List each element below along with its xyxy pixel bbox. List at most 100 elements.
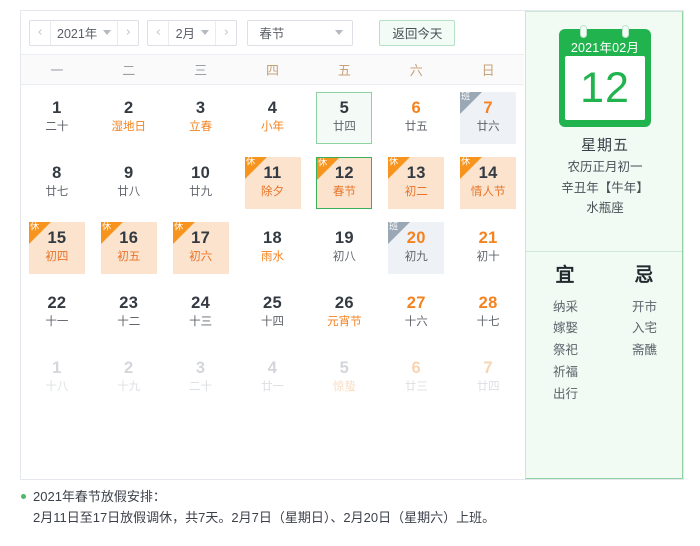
calendar-day-cell[interactable]: 10 廿九 [165,150,237,215]
weekday-mon: 一 [50,63,64,78]
calendar-day-cell[interactable]: 25 十四 [237,280,309,345]
calendar-day-cell[interactable]: 4 小年 [237,85,309,150]
calendar-day-cell[interactable]: 休 14 情人节 [452,150,524,215]
calendar-day-cell[interactable]: 6 廿五 [380,85,452,150]
calendar-day-cell[interactable]: 休 15 初四 [21,215,93,280]
calendar-day-cell[interactable]: 2 湿地日 [93,85,165,150]
weekday-sun: 日 [481,63,495,78]
calendar-day-inner: 8 廿七 [29,157,85,209]
calendar-day-cell[interactable]: 3 立春 [165,85,237,150]
back-to-today-button[interactable]: 返回今天 [379,19,456,46]
calendar-day-inner: 26 元宵节 [316,287,372,339]
day-number: 4 [267,358,278,377]
calendar-day-cell[interactable]: 班 7 廿六 [452,85,524,150]
festival-select[interactable]: 春节 [247,19,354,46]
calendar-day-inner: 休 13 初二 [388,156,445,209]
day-lunar-label: 十三 [189,316,213,329]
calendar-day-inner: 21 初十 [460,222,516,274]
calendar-day-cell[interactable]: 18 雨水 [237,215,309,280]
ji-column: 忌 开市 入宅 斋醮 [605,262,684,406]
calendar-day-inner: 5 廿四 [316,91,373,144]
calendar-day-cell[interactable]: 7 廿四 [452,345,524,410]
calendar-day-cell[interactable]: 5 惊蛰 [308,345,380,410]
calendar-page: ‹ 2021年 › ‹ 2月 › 春节 返回今天 一 二 三 四 五 六 日 1… [0,0,700,546]
day-number: 9 [124,163,134,182]
day-lunar-label: 十七 [476,316,500,329]
prev-month-icon[interactable]: ‹ [148,20,170,45]
day-lunar-label: 立春 [189,121,213,134]
day-lunar-label: 二十 [45,121,69,134]
calendar-day-cell[interactable]: 9 廿八 [93,150,165,215]
calendar-day-inner: 休 17 初六 [172,221,229,274]
calendar-day-cell[interactable]: 休 16 初五 [93,215,165,280]
prev-year-icon[interactable]: ‹ [30,20,51,45]
day-number: 21 [478,228,498,247]
calendar-week-row: 1 二十 2 湿地日 3 立春 4 小年 5 廿四 6 廿五 班 7 廿六 [21,85,524,150]
chevron-down-icon [335,30,344,35]
badge-label: 休 [318,157,328,168]
day-lunar-label: 十二 [117,316,141,329]
calendar-day-cell[interactable]: 24 十三 [165,280,237,345]
calendar-day-cell[interactable]: 休 12 春节 [308,150,380,215]
detail-zodiac-sign: 水瓶座 [586,200,624,215]
yi-item: 嫁娶 [552,321,578,336]
calendar-day-cell[interactable]: 1 十八 [21,345,93,410]
calendar-week-row: 1 十八 2 十九 3 二十 4 廿一 5 惊蛰 6 廿三 7 廿四 [21,345,524,410]
day-number: 25 [263,293,282,312]
weekday-wed: 三 [194,63,208,78]
calendar-day-cell[interactable]: 5 廿四 [308,85,380,150]
day-lunar-label: 廿一 [261,381,284,394]
yi-list: 纳采 嫁娶 祭祀 祈福 出行 [526,297,605,406]
calendar-day-cell[interactable]: 27 十六 [380,280,452,345]
day-lunar-label: 十九 [117,381,141,394]
chevron-down-icon [201,30,210,35]
calendar-day-cell[interactable]: 1 二十 [21,85,93,150]
year-spinner[interactable]: ‹ 2021年 › [29,19,140,46]
calendar-day-cell[interactable]: 休 13 初二 [380,150,452,215]
detail-day-box: 12 [565,56,645,120]
month-spinner[interactable]: ‹ 2月 › [147,19,238,46]
calendar-day-inner: 4 小年 [245,92,301,144]
day-number: 28 [478,293,498,312]
day-lunar-label: 惊蛰 [332,381,356,394]
calendar-day-inner: 7 廿四 [460,352,516,404]
calendar-day-inner: 23 十二 [101,287,157,339]
calendar-day-inner: 18 雨水 [245,222,301,274]
yi-ji-section: 宜 纳采 嫁娶 祭祀 祈福 出行 忌 开市 入宅 斋醮 [526,253,684,406]
calendar-day-cell[interactable]: 休 17 初六 [165,215,237,280]
calendar-day-cell[interactable]: 21 初十 [452,215,524,280]
calendar-day-inner: 班 7 廿六 [460,91,517,144]
calendar-day-inner: 休 16 初五 [100,221,157,274]
weekday-sat: 六 [409,63,423,78]
next-month-icon[interactable]: › [215,20,236,45]
day-lunar-label: 廿四 [332,121,356,134]
calendar-day-cell[interactable]: 28 十七 [452,280,524,345]
calendar-day-cell[interactable]: 4 廿一 [237,345,309,410]
day-lunar-label: 廿七 [45,186,69,199]
calendar-week-row: 休 15 初四休 16 初五休 17 初六 18 雨水 19 初八 班 20 初九 21 初十 [21,215,524,280]
calendar-day-cell[interactable]: 8 廿七 [21,150,93,215]
day-lunar-label: 廿六 [476,121,500,134]
day-lunar-label: 廿五 [404,121,428,134]
year-select[interactable]: 2021年 [51,21,117,45]
calendar-day-cell[interactable]: 26 元宵节 [308,280,380,345]
yi-item: 祈福 [552,365,578,380]
calendar-day-cell[interactable]: 2 十九 [93,345,165,410]
calendar-day-cell[interactable]: 23 十二 [93,280,165,345]
month-select[interactable]: 2月 [169,21,215,45]
calendar-day-cell[interactable]: 休 11 除夕 [237,150,309,215]
calendar-day-cell[interactable]: 19 初八 [308,215,380,280]
day-number: 6 [411,358,421,377]
calendar-day-inner: 3 立春 [173,92,229,144]
day-lunar-label: 初八 [332,251,356,264]
calendar-day-cell[interactable]: 22 十一 [21,280,93,345]
detail-year-month: 2021年02月 [570,41,640,55]
day-number: 4 [267,98,278,117]
calendar-day-cell[interactable]: 班 20 初九 [380,215,452,280]
day-detail-panel: 2021年02月 12 星期五 农历正月初一 辛丑年【牛年】 水瓶座 宜 纳采嫁… [525,11,683,479]
holiday-notice: 2021年春节放假安排： 2月11日至17日放假调休，共7天。2月7日（星期日）… [20,487,680,528]
calendar-day-cell[interactable]: 3 二十 [165,345,237,410]
calendar-day-cell[interactable]: 6 廿三 [380,345,452,410]
next-year-icon[interactable]: › [117,20,138,45]
day-number: 2 [124,358,134,377]
